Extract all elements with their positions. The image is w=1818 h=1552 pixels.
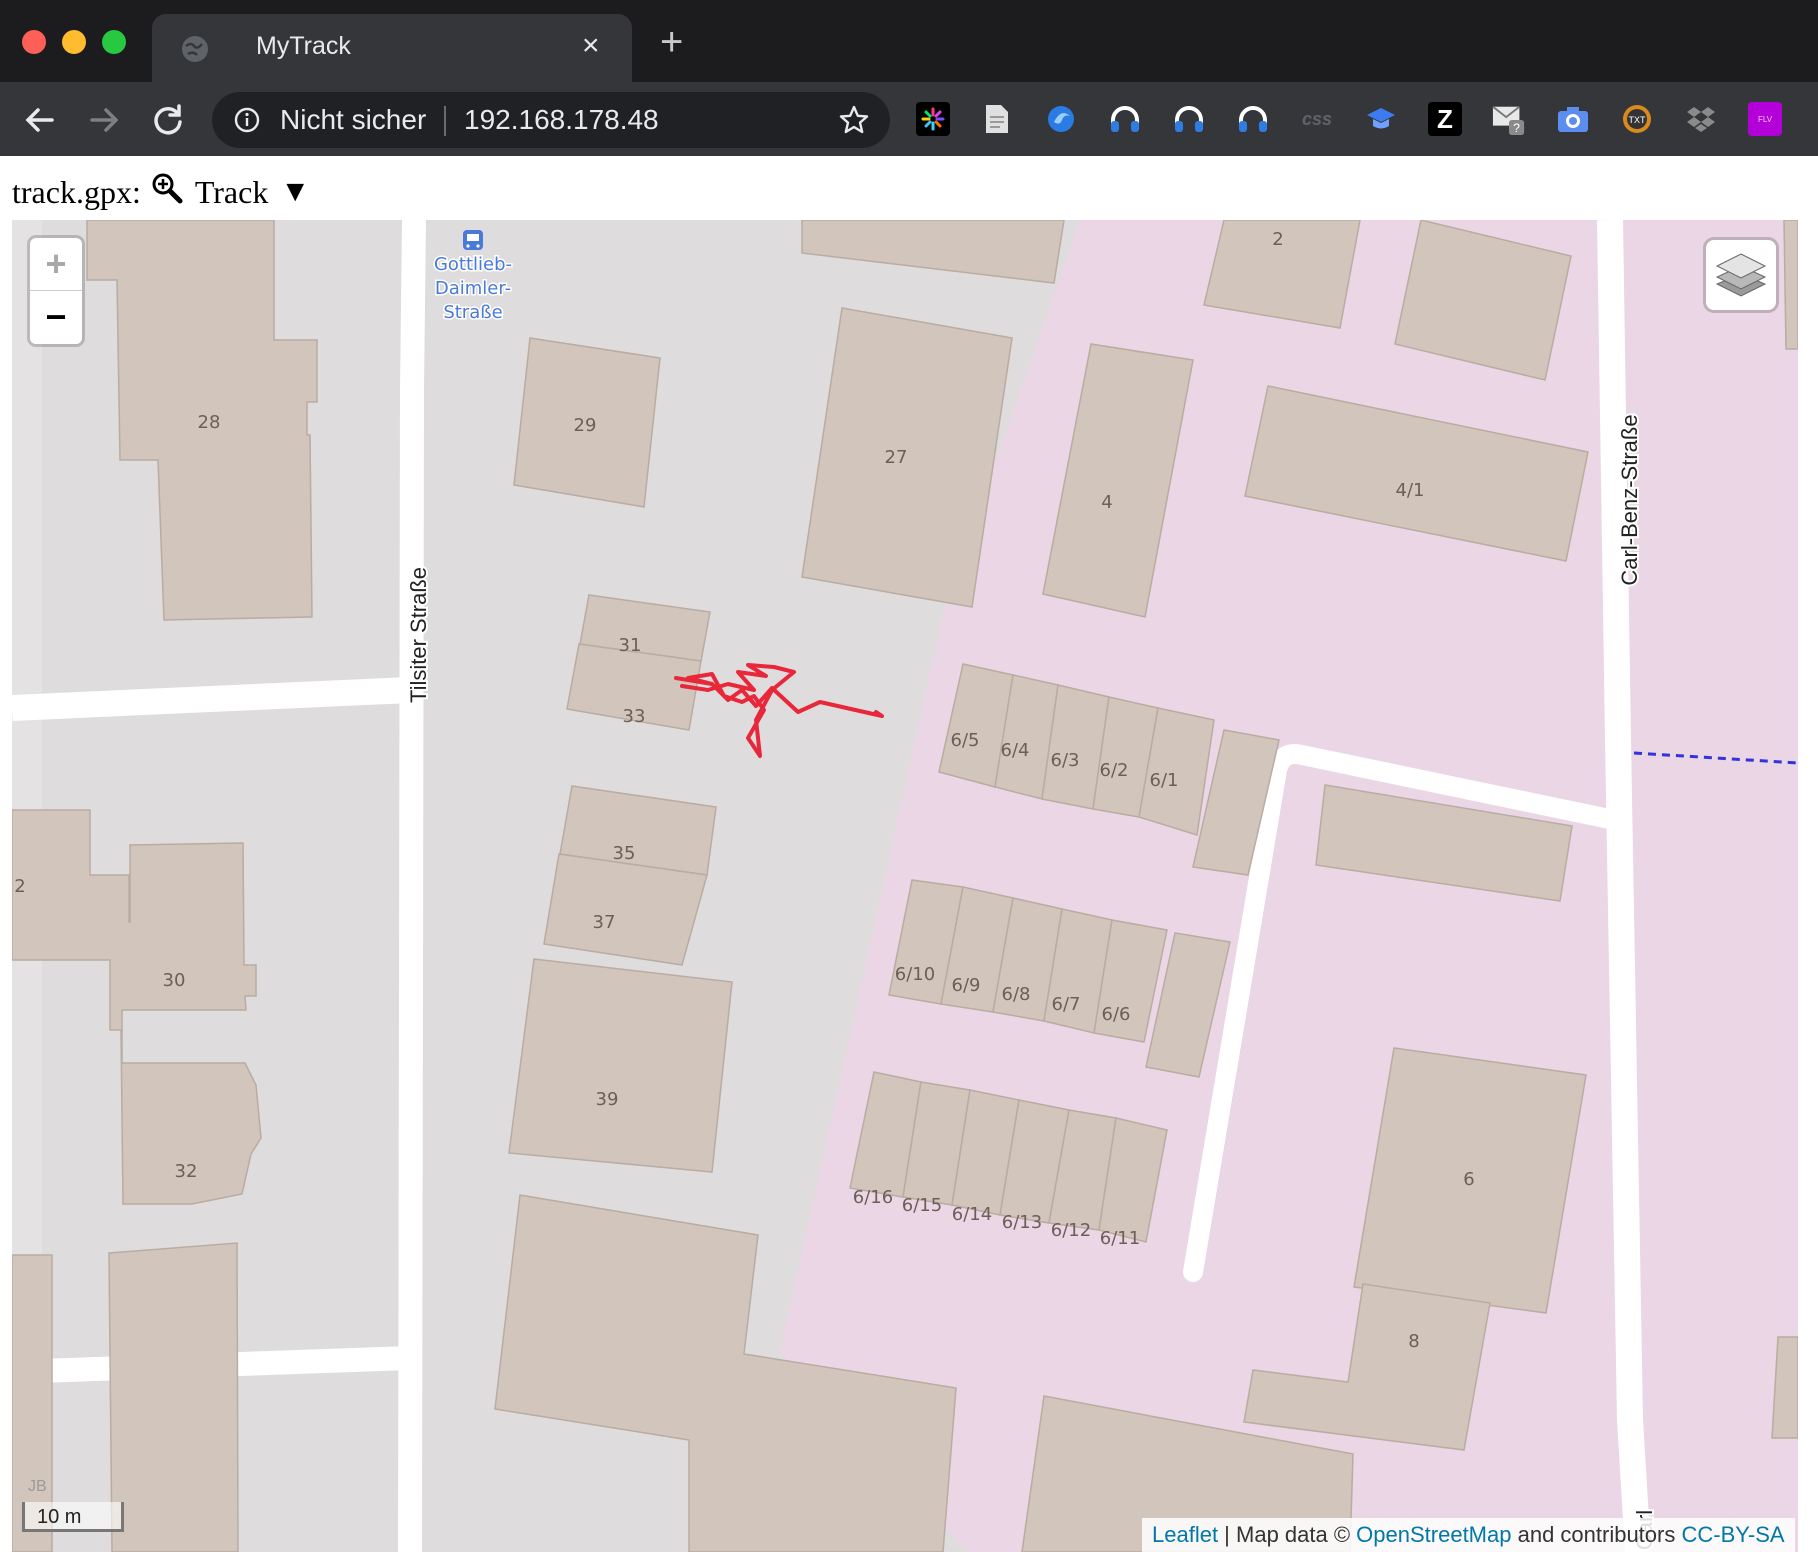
- svg-text:6/8: 6/8: [1002, 984, 1031, 1005]
- dropbox-icon[interactable]: [1684, 102, 1718, 136]
- zoom-control: + −: [30, 238, 82, 344]
- road-tilsiter: [398, 220, 426, 1552]
- svg-text:30: 30: [163, 970, 186, 991]
- svg-text:6/12: 6/12: [1051, 1220, 1091, 1241]
- svg-text:37: 37: [593, 912, 616, 933]
- document-icon[interactable]: [980, 102, 1014, 136]
- svg-text:28: 28: [198, 412, 221, 433]
- svg-text:6/15: 6/15: [902, 1195, 942, 1216]
- maximize-window-button[interactable]: [102, 30, 126, 54]
- address-bar[interactable]: Nicht sicher 192.168.178.48: [212, 92, 890, 148]
- svg-text:33: 33: [623, 706, 646, 727]
- camera-icon[interactable]: [1556, 102, 1590, 136]
- minimize-window-button[interactable]: [62, 30, 86, 54]
- svg-text:6/13: 6/13: [1002, 1212, 1042, 1233]
- address-separator: [444, 106, 446, 136]
- css-icon[interactable]: css: [1300, 102, 1334, 136]
- svg-text:6/10: 6/10: [895, 964, 935, 985]
- map[interactable]: Tilsiter Straße Carl-Benz-Straße Carl Go…: [12, 220, 1798, 1552]
- svg-text:35: 35: [613, 843, 636, 864]
- svg-text:27: 27: [885, 447, 908, 468]
- track-label: Track: [194, 173, 269, 210]
- bookmark-star-icon[interactable]: [838, 104, 870, 136]
- svg-text:Straße: Straße: [443, 302, 502, 323]
- z-icon[interactable]: Z: [1428, 102, 1462, 136]
- svg-text:4: 4: [1101, 492, 1112, 513]
- svg-text:6/6: 6/6: [1102, 1004, 1131, 1025]
- map-tiles: Tilsiter Straße Carl-Benz-Straße Carl Go…: [12, 220, 1798, 1552]
- svg-text:4/1: 4/1: [1396, 480, 1425, 501]
- tab-title: MyTrack: [256, 32, 351, 60]
- svg-text:6/5: 6/5: [951, 730, 980, 751]
- license-link[interactable]: CC-BY-SA: [1681, 1522, 1784, 1547]
- jb-label: JB: [28, 1478, 47, 1495]
- reload-icon[interactable]: [148, 100, 188, 140]
- scale-bar: 10 m: [22, 1502, 124, 1532]
- svg-text:31: 31: [619, 635, 642, 656]
- mail-help-badge: ?: [1513, 121, 1520, 135]
- url-text[interactable]: 192.168.178.48: [464, 104, 659, 136]
- svg-text:2: 2: [14, 876, 25, 897]
- page-header: track.gpx: Track ▼: [12, 170, 310, 214]
- svg-text:6/7: 6/7: [1052, 994, 1081, 1015]
- close-window-button[interactable]: [22, 30, 46, 54]
- headphones-icon[interactable]: [1108, 102, 1142, 136]
- track-dropdown-toggle[interactable]: ▼: [280, 175, 310, 209]
- file-name: track.gpx:: [12, 173, 141, 210]
- info-icon[interactable]: [234, 107, 260, 133]
- txt-icon[interactable]: TXT: [1620, 102, 1654, 136]
- firefox-relay-icon[interactable]: [1044, 102, 1078, 136]
- svg-text:6/3: 6/3: [1051, 750, 1080, 771]
- browser-toolbar: Nicht sicher 192.168.178.48 css Z ? TXT …: [0, 82, 1818, 156]
- layers-control[interactable]: [1706, 240, 1776, 310]
- attribution-text-2: and contributors: [1511, 1522, 1682, 1547]
- forward-icon[interactable]: [84, 100, 124, 140]
- headphones-icon[interactable]: [1236, 102, 1270, 136]
- gps-track: [674, 663, 884, 758]
- svg-text:6/4: 6/4: [1001, 740, 1030, 761]
- svg-text:39: 39: [596, 1089, 619, 1110]
- svg-text:6/11: 6/11: [1100, 1228, 1140, 1249]
- graduation-cap-icon[interactable]: [1364, 102, 1398, 136]
- svg-text:6: 6: [1463, 1169, 1474, 1190]
- bus-stop-icon: [463, 230, 483, 250]
- layers-icon: [1715, 253, 1767, 297]
- globe-icon: [182, 36, 208, 62]
- purple-app-icon[interactable]: FLV: [1748, 102, 1782, 136]
- svg-text:Gottlieb-: Gottlieb-: [434, 254, 512, 275]
- svg-text:6/1: 6/1: [1150, 770, 1179, 791]
- zoom-in-button[interactable]: +: [30, 238, 82, 291]
- map-attribution: Leaflet | Map data © OpenStreetMap and c…: [1142, 1518, 1795, 1552]
- leaflet-link[interactable]: Leaflet: [1152, 1522, 1218, 1547]
- headphones-icon[interactable]: [1172, 102, 1206, 136]
- openstreetmap-link[interactable]: OpenStreetMap: [1356, 1522, 1511, 1547]
- svg-text:2: 2: [1272, 229, 1283, 250]
- spectrum-icon[interactable]: [916, 102, 950, 136]
- mail-help-icon[interactable]: ?: [1492, 102, 1526, 136]
- svg-text:8: 8: [1408, 1331, 1419, 1352]
- svg-text:Daimler-: Daimler-: [435, 278, 511, 299]
- zoom-to-track-icon[interactable]: [151, 172, 183, 204]
- street-label-carl-benz: Carl-Benz-Straße: [1617, 414, 1642, 585]
- svg-text:32: 32: [175, 1161, 198, 1182]
- tab-mytrack[interactable]: MyTrack ×: [152, 14, 632, 82]
- close-tab-icon[interactable]: ×: [582, 28, 600, 64]
- bus-stop-label: Gottlieb- Daimler- Straße: [432, 253, 513, 325]
- svg-text:6/16: 6/16: [853, 1187, 893, 1208]
- security-label: Nicht sicher: [280, 104, 427, 135]
- attribution-text-1: | Map data ©: [1218, 1522, 1357, 1547]
- street-label-tilsiter: Tilsiter Straße: [406, 567, 431, 703]
- txt-icon-label: TXT: [1629, 115, 1647, 125]
- svg-text:6/14: 6/14: [952, 1204, 992, 1225]
- svg-text:6/9: 6/9: [952, 975, 981, 996]
- back-icon[interactable]: [20, 100, 60, 140]
- svg-text:6/2: 6/2: [1100, 760, 1129, 781]
- road-horizontal-top: [12, 677, 411, 721]
- browser-tabbar: MyTrack × +: [0, 0, 1818, 82]
- new-tab-button[interactable]: +: [660, 22, 683, 62]
- zoom-out-button[interactable]: −: [30, 291, 82, 343]
- svg-text:29: 29: [574, 415, 597, 436]
